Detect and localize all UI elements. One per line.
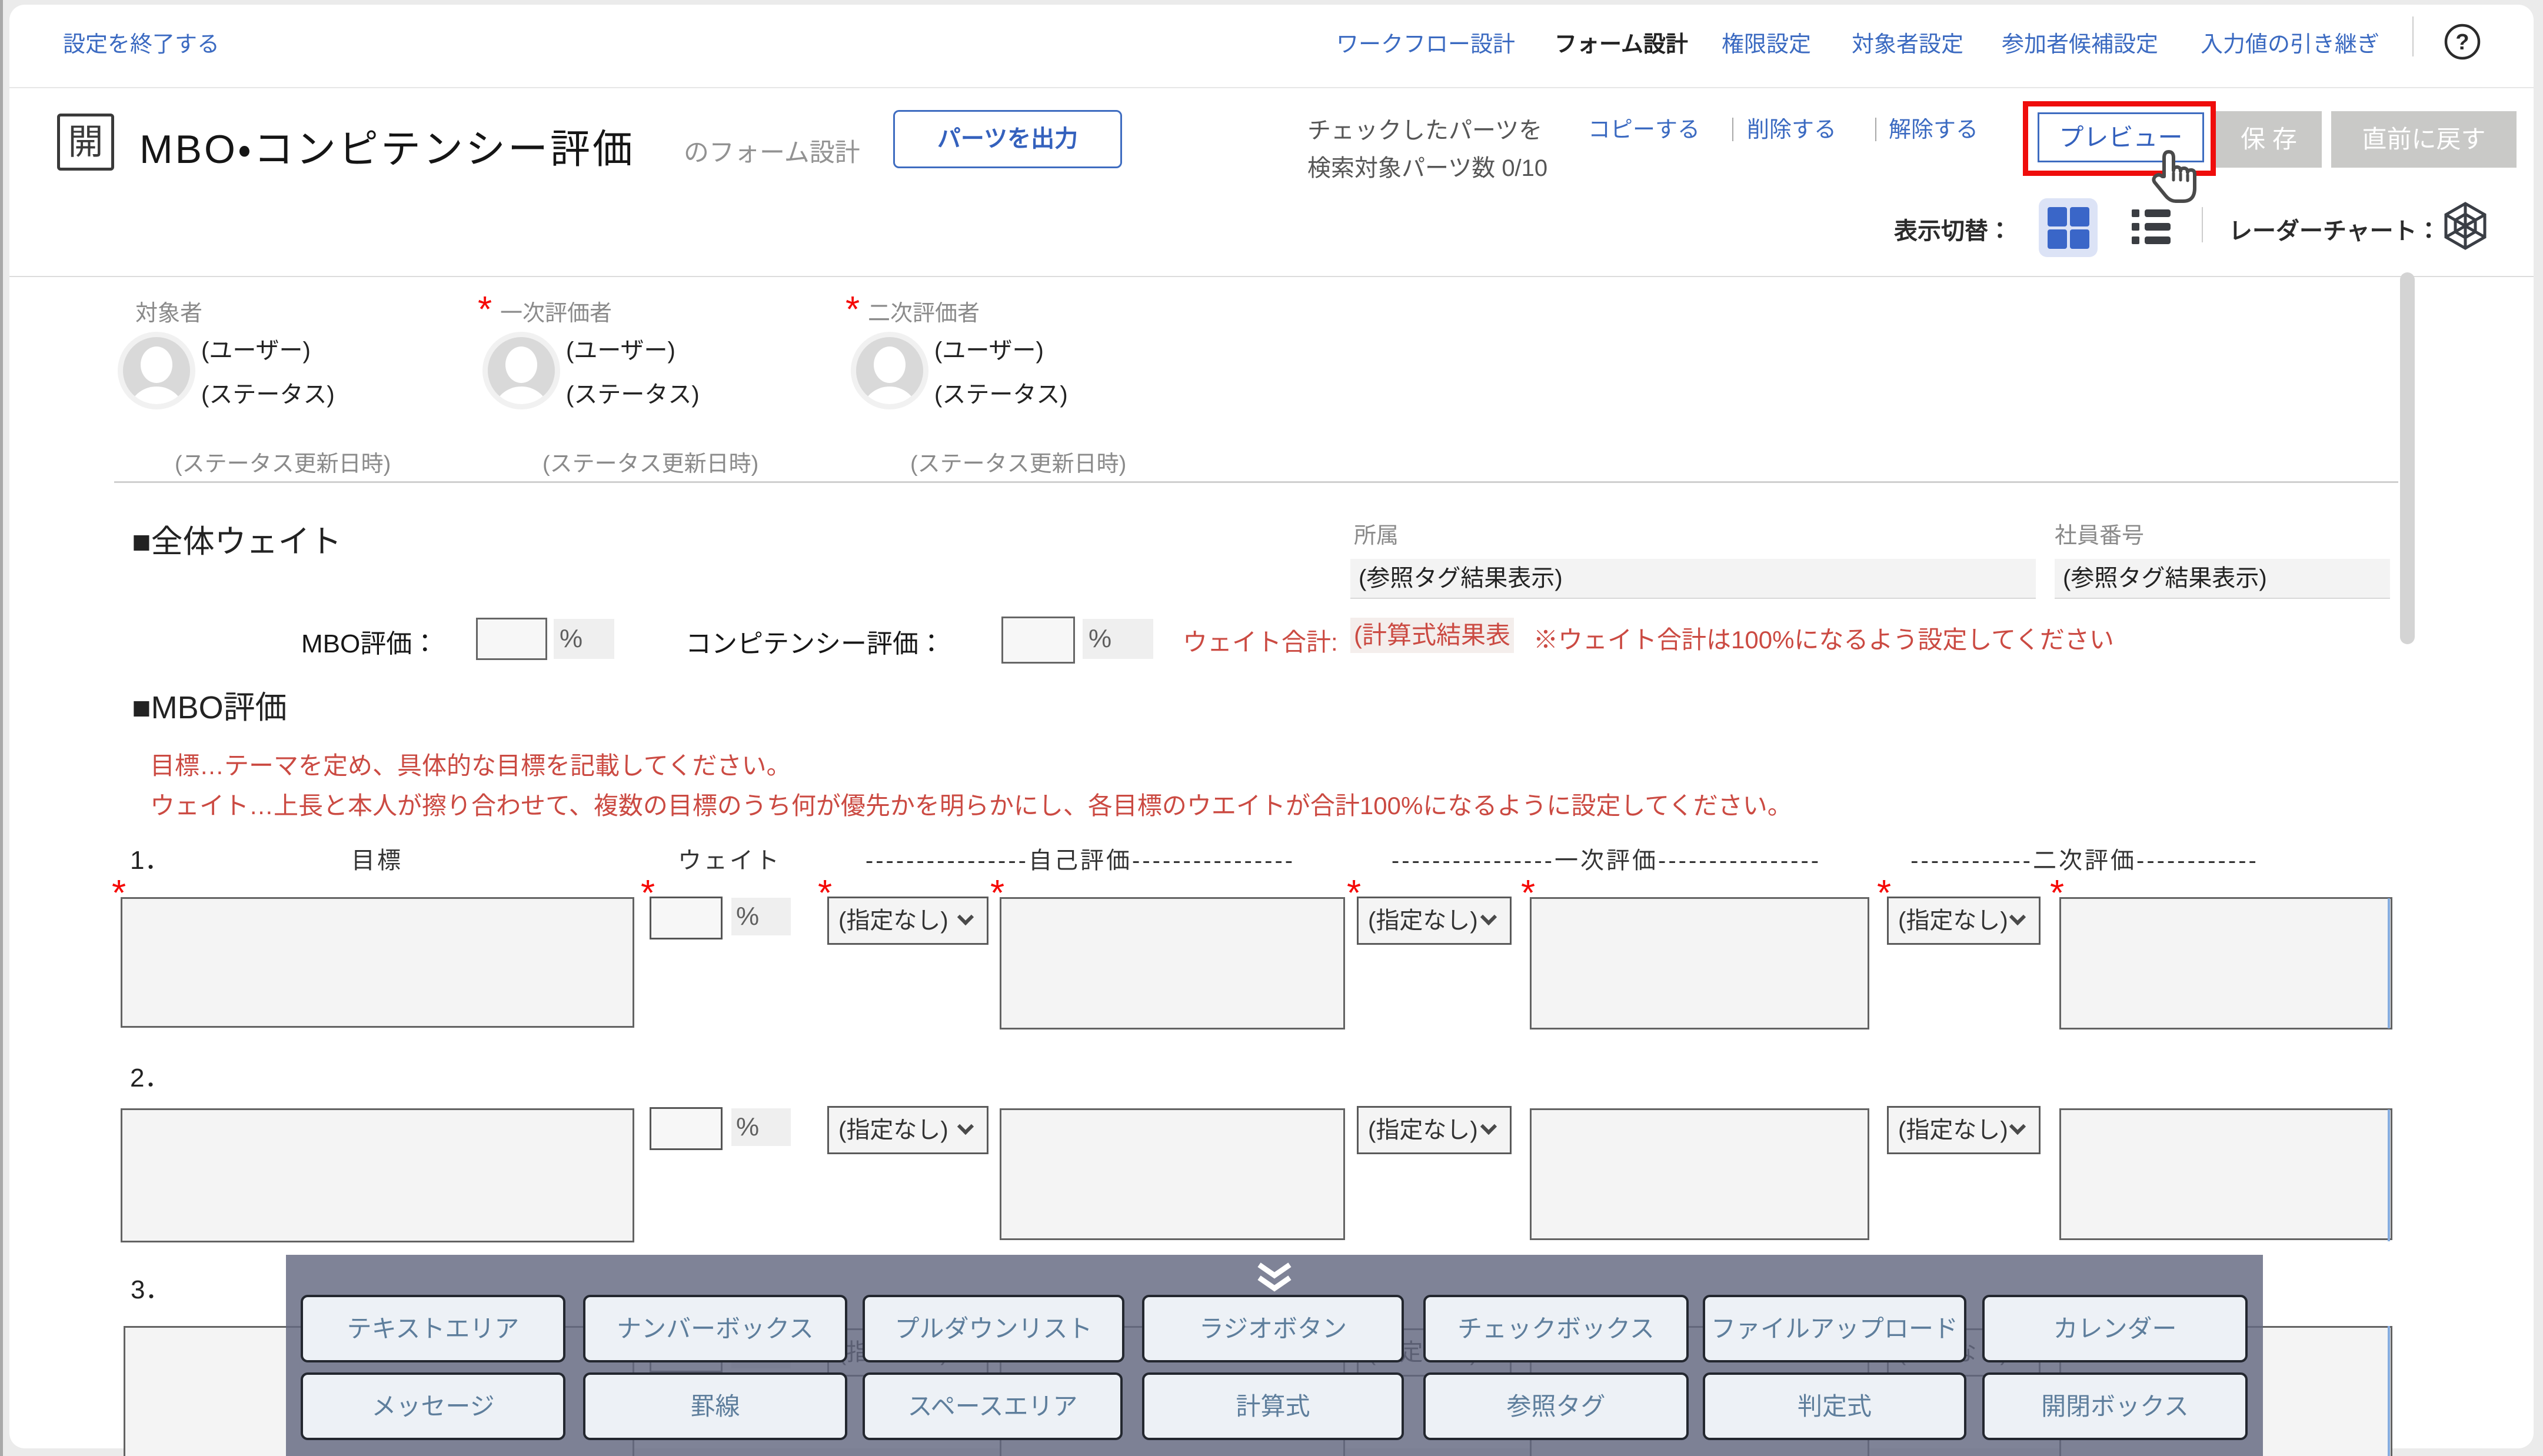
svg-text:?: ? (2455, 30, 2469, 55)
